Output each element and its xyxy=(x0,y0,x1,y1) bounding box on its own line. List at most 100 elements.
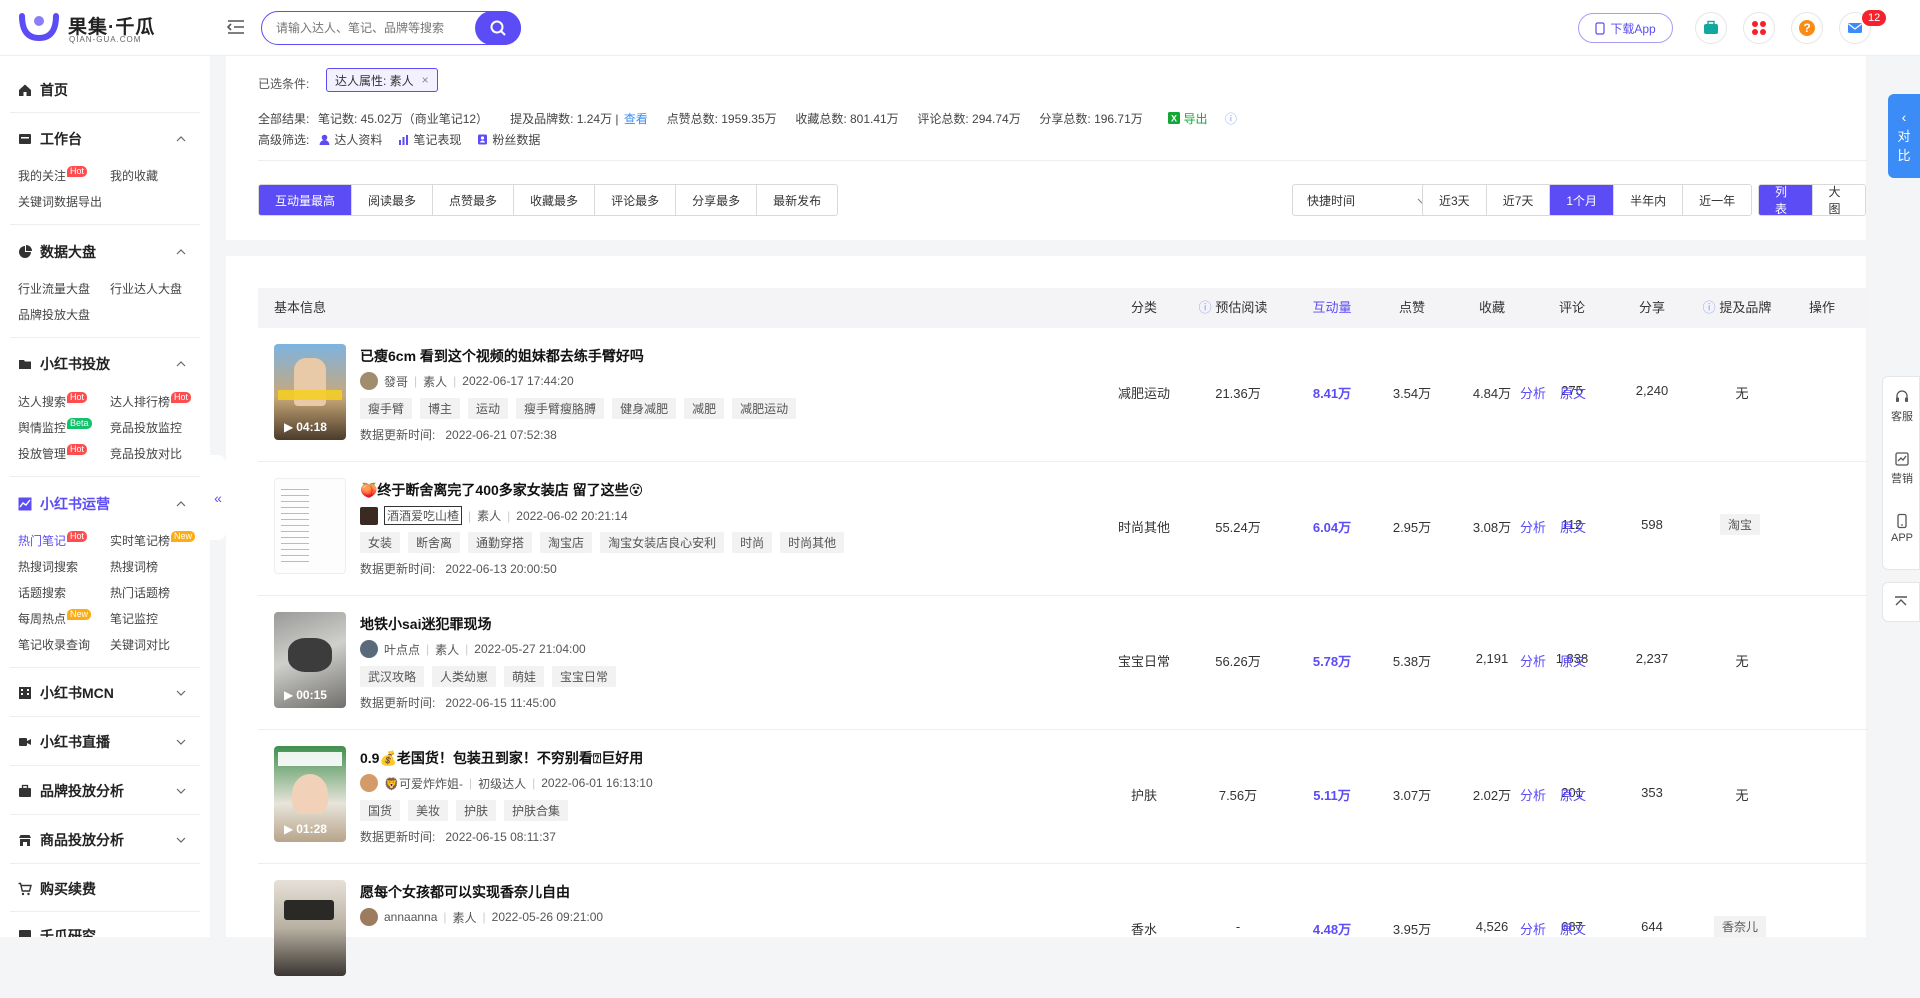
note-tag[interactable]: 淘宝女装店良心安利 xyxy=(600,532,725,553)
sort-favs[interactable]: 收藏最多 xyxy=(514,185,596,215)
note-tag[interactable]: 武汉攻略 xyxy=(360,666,425,687)
view-list[interactable]: 列表 xyxy=(1759,185,1813,215)
chevron-down-icon[interactable] xyxy=(176,835,186,845)
chevron-up-icon[interactable] xyxy=(176,359,186,369)
nav-buy[interactable]: 购买续费 xyxy=(18,879,96,899)
nav-research[interactable]: 千瓜研究 xyxy=(18,926,96,937)
filter-chip[interactable]: 达人属性: 素人 × xyxy=(326,68,438,92)
nav-hot-topics[interactable]: 热门话题榜 xyxy=(110,584,170,601)
customer-service-button[interactable]: 客服 xyxy=(1883,389,1920,424)
note-tag[interactable]: 瘦手臂 xyxy=(360,398,413,419)
range-7-days[interactable]: 近7天 xyxy=(1486,185,1551,215)
view-grid[interactable]: 大图 xyxy=(1812,185,1865,215)
nav-workbench[interactable]: 工作台 xyxy=(18,129,82,149)
note-tag[interactable]: 宝宝日常 xyxy=(552,666,617,687)
origin-link[interactable]: 原文 xyxy=(1560,517,1586,536)
author-name[interactable]: 叶点点 xyxy=(384,641,420,658)
note-tag[interactable]: 通勤穿搭 xyxy=(468,532,533,553)
apps-button[interactable] xyxy=(1743,12,1775,44)
brand-tag[interactable]: 香奈儿 xyxy=(1714,916,1767,937)
menu-fold-icon[interactable] xyxy=(226,17,246,37)
nav-competitor-monitor[interactable]: 竞品投放监控 xyxy=(110,419,182,436)
avatar[interactable] xyxy=(360,506,378,525)
nav-realtime-notes[interactable]: 实时笔记榜 New xyxy=(110,531,196,549)
note-tag[interactable]: 时尚 xyxy=(732,532,773,553)
view-brands-link[interactable]: 查看 xyxy=(624,112,648,126)
note-tag[interactable]: 断舍离 xyxy=(408,532,461,553)
nav-dashboard[interactable]: 数据大盘 xyxy=(18,242,96,262)
nav-brand-analysis[interactable]: 品牌投放分析 xyxy=(18,781,124,801)
app-button[interactable]: APP xyxy=(1883,513,1920,544)
nav-my-follow[interactable]: 我的关注 Hot xyxy=(18,166,88,184)
nav-mcn[interactable]: 小红书MCN xyxy=(18,683,114,703)
logo[interactable]: 果集·千瓜 QIAN-GUA.COM xyxy=(18,10,158,46)
th-interactions[interactable]: 互动量 xyxy=(1292,288,1372,328)
nav-home[interactable]: 首页 xyxy=(18,80,68,100)
note-thumbnail[interactable]: ▶ 04:18 xyxy=(274,344,346,440)
chevron-down-icon[interactable] xyxy=(176,688,186,698)
note-title[interactable]: 已瘦6cm 看到这个视频的姐妹都去练手臂好吗 xyxy=(360,346,644,366)
quick-time-select[interactable]: 快捷时间 xyxy=(1292,184,1440,216)
th-reads[interactable]: ⓘ 预估阅读 xyxy=(1178,288,1288,328)
analyze-link[interactable]: 分析 xyxy=(1520,785,1546,804)
th-favs[interactable]: 收藏 xyxy=(1452,288,1532,328)
range-half-year[interactable]: 半年内 xyxy=(1614,185,1684,215)
note-tag[interactable]: 博主 xyxy=(420,398,461,419)
note-tag[interactable]: 瘦手臂瘦胳膊 xyxy=(516,398,605,419)
origin-link[interactable]: 原文 xyxy=(1560,383,1586,402)
th-likes[interactable]: 点赞 xyxy=(1372,288,1452,328)
table-row[interactable]: ▶ 00:15 地铁小sai迷犯罪现场 叶点点 | 素人 | 2022-05-27 2… xyxy=(258,596,1868,730)
sort-interactions[interactable]: 互动量最高 xyxy=(259,185,353,215)
note-tag[interactable]: 国货 xyxy=(360,800,401,821)
sort-reads[interactable]: 阅读最多 xyxy=(352,185,434,215)
note-tag[interactable]: 萌娃 xyxy=(504,666,545,687)
chevron-up-icon[interactable] xyxy=(176,247,186,257)
analyze-link[interactable]: 分析 xyxy=(1520,919,1546,938)
search-input[interactable] xyxy=(276,12,456,43)
origin-link[interactable]: 原文 xyxy=(1560,785,1586,804)
author-name[interactable]: 發哥 xyxy=(384,373,408,390)
nav-my-favorites[interactable]: 我的收藏 xyxy=(110,167,158,184)
marketing-button[interactable]: 营销 xyxy=(1883,451,1920,486)
chevron-up-icon[interactable] xyxy=(176,134,186,144)
filter-fans-data[interactable]: 粉丝数据 xyxy=(477,131,540,148)
note-title[interactable]: 0.9💰老国货！包装丑到家！不穷别看⍰巨好用 xyxy=(360,748,643,768)
note-tag[interactable]: 减肥运动 xyxy=(732,398,797,419)
nav-keyword-compare[interactable]: 关键词对比 xyxy=(110,636,170,653)
avatar[interactable] xyxy=(360,372,378,390)
nav-competitor-compare[interactable]: 竞品投放对比 xyxy=(110,445,182,462)
close-icon[interactable]: × xyxy=(422,73,429,87)
note-tag[interactable]: 美妆 xyxy=(408,800,449,821)
nav-goods-analysis[interactable]: 商品投放分析 xyxy=(18,830,124,850)
nav-note-monitor[interactable]: 笔记监控 xyxy=(110,610,158,627)
note-tag[interactable]: 时尚其他 xyxy=(780,532,845,553)
export-button[interactable]: X 导出 xyxy=(1168,112,1213,126)
sort-latest[interactable]: 最新发布 xyxy=(757,185,838,215)
note-title[interactable]: 🍑终于断舍离完了400多家女装店 留了这些😵 xyxy=(360,480,643,500)
note-tag[interactable]: 护肤 xyxy=(456,800,497,821)
download-app-button[interactable]: 下载App xyxy=(1578,13,1673,43)
note-tag[interactable]: 健身减肥 xyxy=(612,398,677,419)
note-thumbnail[interactable] xyxy=(274,478,346,574)
nav-industry-traffic[interactable]: 行业流量大盘 xyxy=(18,280,90,297)
nav-ad-management[interactable]: 投放管理 Hot xyxy=(18,444,88,462)
sidebar-collapse-handle[interactable]: « xyxy=(210,455,226,540)
nav-live[interactable]: 小红书直播 xyxy=(18,732,110,752)
avatar[interactable] xyxy=(360,774,378,792)
author-name[interactable]: 🦁可爱炸炸姐- xyxy=(384,775,463,792)
note-thumbnail[interactable]: ▶ 00:15 xyxy=(274,612,346,708)
analyze-link[interactable]: 分析 xyxy=(1520,651,1546,670)
note-title[interactable]: 愿每个女孩都可以实现香奈儿自由 xyxy=(360,882,570,902)
nav-xhs-ads[interactable]: 小红书投放 xyxy=(18,354,110,374)
compare-float-button[interactable]: ‹ 对 比 xyxy=(1888,94,1920,178)
help-button[interactable]: ? xyxy=(1791,12,1823,44)
table-row[interactable]: ▶ 01:28 0.9💰老国货！包装丑到家！不穷别看⍰巨好用 🦁可爱炸炸姐- | 初… xyxy=(258,730,1868,864)
nav-hot-notes[interactable]: 热门笔记 Hot xyxy=(18,531,88,549)
note-tag[interactable]: 女装 xyxy=(360,532,401,553)
chevron-up-icon[interactable] xyxy=(176,499,186,509)
sort-likes[interactable]: 点赞最多 xyxy=(433,185,515,215)
chevron-down-icon[interactable] xyxy=(176,786,186,796)
origin-link[interactable]: 原文 xyxy=(1560,919,1586,938)
nav-kol-ranking[interactable]: 达人排行榜 Hot xyxy=(110,392,192,410)
analyze-link[interactable]: 分析 xyxy=(1520,383,1546,402)
